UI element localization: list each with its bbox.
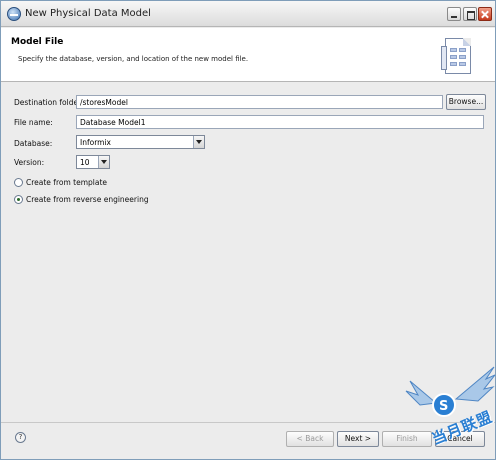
chevron-down-icon[interactable] <box>193 136 204 148</box>
close-button[interactable] <box>478 7 492 21</box>
window-title: New Physical Data Model <box>25 8 151 19</box>
version-select-value: 10 <box>80 158 90 167</box>
destination-folder-input[interactable]: /storesModel <box>76 95 443 109</box>
database-select[interactable]: Informix <box>76 135 205 149</box>
version-label: Version: <box>14 158 45 167</box>
option-create-from-template[interactable]: Create from template <box>14 176 107 188</box>
wizard-banner: Model File Specify the database, version… <box>1 28 495 82</box>
data-model-wizard-icon <box>441 36 477 78</box>
destination-folder-label: Destination folder: <box>14 98 84 107</box>
browse-button[interactable]: Browse... <box>446 94 486 110</box>
page-description: Specify the database, version, and locat… <box>18 55 249 63</box>
finish-button[interactable]: Finish <box>382 431 432 447</box>
file-name-label: File name: <box>14 118 53 127</box>
radio-create-from-reverse-engineering[interactable] <box>14 194 23 204</box>
footer-separator <box>1 422 495 423</box>
database-select-value: Informix <box>80 138 111 147</box>
radio-create-from-template[interactable] <box>14 177 23 187</box>
minimize-button[interactable] <box>447 7 461 21</box>
help-icon[interactable]: ? <box>15 432 26 443</box>
option-label: Create from template <box>26 177 107 187</box>
back-button[interactable]: < Back <box>286 431 334 447</box>
title-bar[interactable]: New Physical Data Model <box>1 1 495 27</box>
page-title: Model File <box>11 37 64 47</box>
next-button[interactable]: Next > <box>337 431 379 447</box>
option-create-from-reverse-engineering[interactable]: Create from reverse engineering <box>14 193 149 205</box>
svg-text:S: S <box>439 399 448 414</box>
wizard-window: New Physical Data Model Model File Speci… <box>0 0 496 460</box>
maximize-button[interactable] <box>463 7 477 21</box>
version-select[interactable]: 10 <box>76 155 110 169</box>
database-label: Database: <box>14 139 53 148</box>
option-label: Create from reverse engineering <box>26 194 149 204</box>
chevron-down-icon[interactable] <box>98 156 109 168</box>
cancel-button[interactable]: Cancel <box>435 431 485 447</box>
app-globe-icon <box>7 7 21 21</box>
file-name-input[interactable]: Database Model1 <box>76 115 484 129</box>
